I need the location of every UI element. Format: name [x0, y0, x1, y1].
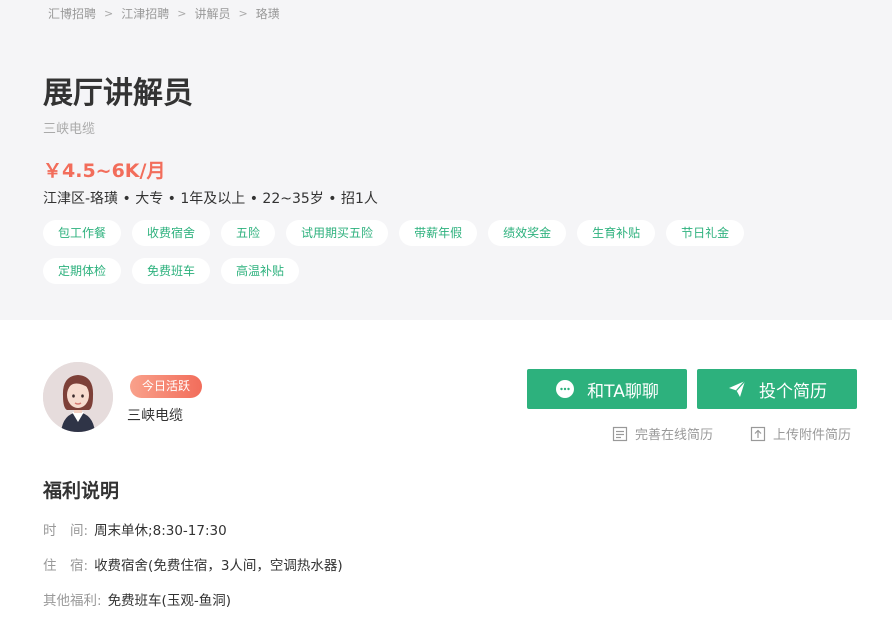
- breadcrumb-item-area[interactable]: 珞璜: [256, 5, 280, 22]
- improve-resume-link[interactable]: 完善在线简历: [612, 424, 713, 443]
- welfare-tag: 定期体检: [43, 258, 122, 284]
- benefit-label: 住 宿:: [43, 558, 89, 574]
- welfare-tag: 免费班车: [132, 258, 211, 284]
- welfare-tag: 包工作餐: [43, 220, 122, 246]
- avatar-woman-icon: [43, 362, 113, 432]
- job-requirements: 江津区-珞璜 • 大专 • 1年及以上 • 22~35岁 • 招1人: [43, 191, 378, 207]
- welfare-tag: 五险: [221, 220, 276, 246]
- breadcrumb-separator: >: [177, 7, 187, 20]
- recruiter-company: 三峡电缆: [127, 408, 183, 424]
- apply-button-label: 投个简历: [759, 381, 827, 402]
- benefit-value: 周末单休;8:30-17:30: [94, 523, 227, 539]
- breadcrumb-separator: >: [104, 7, 114, 20]
- breadcrumb: 汇博招聘 > 江津招聘 > 讲解员 > 珞璜: [48, 5, 280, 22]
- welfare-tag: 生育补贴: [577, 220, 656, 246]
- benefit-row-other: 其他福利: 免费班车(玉观-鱼洞): [43, 589, 231, 609]
- chat-button[interactable]: 和TA聊聊: [527, 369, 687, 409]
- benefit-label: 时 间:: [43, 523, 89, 539]
- upload-resume-link[interactable]: 上传附件简历: [750, 424, 851, 443]
- welfare-tag: 带薪年假: [399, 220, 478, 246]
- benefit-value: 收费宿舍(免费住宿，3人间，空调热水器): [94, 558, 343, 574]
- chat-icon: [555, 379, 575, 399]
- improve-resume-label: 完善在线简历: [635, 428, 714, 443]
- avatar[interactable]: [43, 362, 113, 432]
- breadcrumb-item-category[interactable]: 讲解员: [194, 5, 230, 22]
- apply-button[interactable]: 投个简历: [697, 369, 857, 409]
- active-today-badge: 今日活跃: [130, 375, 203, 398]
- welfare-tag: 高温补贴: [221, 258, 300, 284]
- welfare-tag: 绩效奖金: [488, 220, 567, 246]
- company-name[interactable]: 三峡电缆: [43, 118, 95, 137]
- document-icon: [612, 426, 628, 442]
- breadcrumb-separator: >: [238, 7, 248, 20]
- benefit-row-lodging: 住 宿: 收费宿舍(免费住宿，3人间，空调热水器): [43, 554, 343, 574]
- welfare-tag: 试用期买五险: [286, 220, 389, 246]
- chat-button-label: 和TA聊聊: [587, 381, 659, 402]
- benefits-title: 福利说明: [43, 480, 120, 502]
- upload-resume-label: 上传附件简历: [773, 428, 852, 443]
- welfare-tag: 收费宿舍: [132, 220, 211, 246]
- job-title: 展厅讲解员: [43, 76, 193, 111]
- welfare-tag: 节日礼金: [666, 220, 745, 246]
- upload-icon: [750, 426, 766, 442]
- job-header: 汇博招聘 > 江津招聘 > 讲解员 > 珞璜 展厅讲解员 三峡电缆 ￥4.5~6…: [0, 0, 892, 320]
- benefit-label: 其他福利:: [43, 593, 102, 609]
- send-icon: [727, 379, 747, 399]
- benefit-value: 免费班车(玉观-鱼洞): [107, 593, 231, 609]
- benefit-row-time: 时 间: 周末单休;8:30-17:30: [43, 519, 227, 539]
- breadcrumb-item-city[interactable]: 江津招聘: [121, 5, 169, 22]
- welfare-tags: 包工作餐 收费宿舍 五险 试用期买五险 带薪年假 绩效奖金 生育补贴 节日礼金 …: [43, 220, 843, 296]
- salary: ￥4.5~6K/月: [43, 160, 166, 182]
- breadcrumb-item-site[interactable]: 汇博招聘: [48, 5, 96, 22]
